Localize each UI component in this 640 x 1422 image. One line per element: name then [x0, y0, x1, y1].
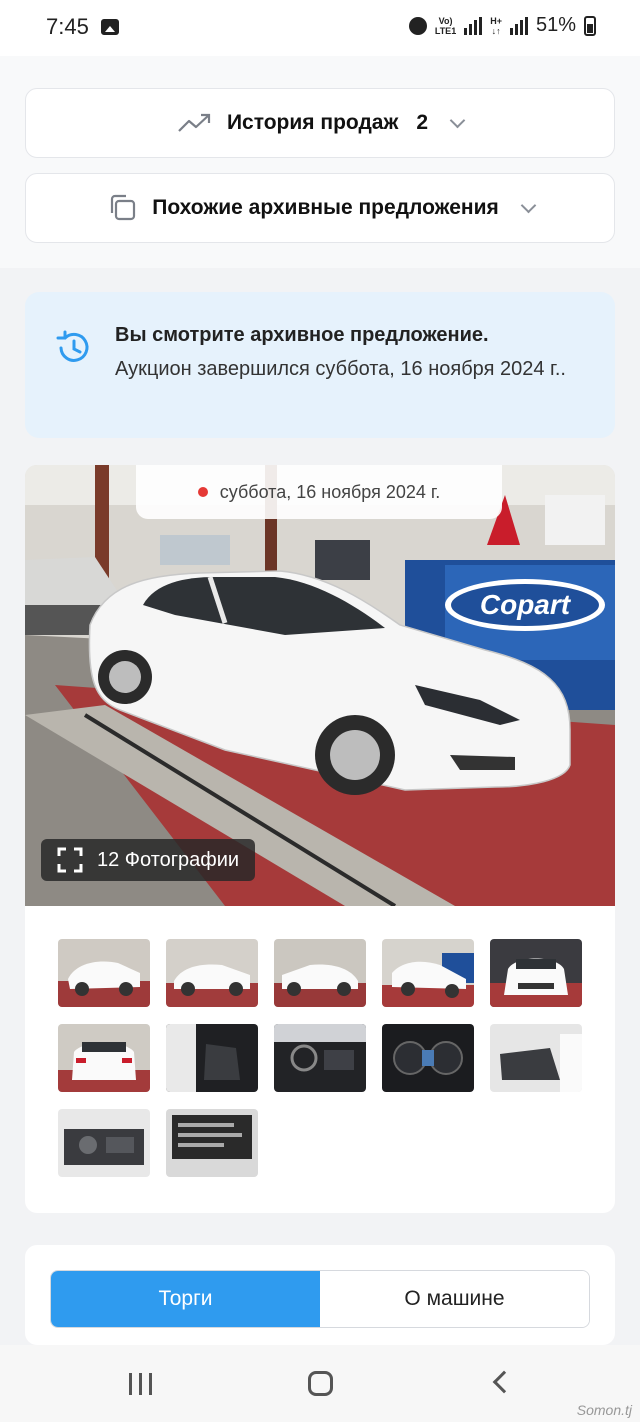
home-icon[interactable]	[308, 1371, 333, 1396]
gallery-icon	[101, 19, 119, 35]
thumbnail-11[interactable]	[58, 1109, 150, 1177]
system-nav-bar: Somon.tj	[0, 1345, 640, 1422]
thumbnail-9[interactable]	[382, 1024, 474, 1092]
photo-count-label: 12 Фотографии	[97, 848, 240, 871]
watermark: Somon.tj	[576, 1402, 632, 1418]
gallery-card: Copart суббота, 16 ноября 2024 г. 12 Фот…	[25, 465, 615, 1213]
tab-about-car[interactable]: О машине	[320, 1271, 589, 1327]
archive-notice: Вы смотрите архивное предложение. Аукцио…	[25, 292, 615, 438]
auction-date-pill: суббота, 16 ноября 2024 г.	[136, 465, 502, 519]
fullscreen-icon	[57, 847, 83, 873]
battery-icon	[584, 15, 596, 36]
chevron-down-icon	[449, 112, 466, 128]
auction-date: суббота, 16 ноября 2024 г.	[219, 481, 441, 502]
live-dot-icon	[197, 487, 208, 497]
archive-notice-title: Вы смотрите архивное предложение.	[115, 324, 489, 346]
sales-history-count: 2	[416, 111, 429, 134]
status-bar: 7:45 Vo) LTE1 H+ ↓↑ 51%	[0, 0, 640, 56]
thumbnail-5[interactable]	[490, 939, 582, 1007]
data-arrows-icon: H+ ↓↑	[490, 15, 502, 36]
sales-history-label: История продаж	[226, 111, 399, 134]
signal-icon	[464, 16, 483, 35]
signal-2-icon	[509, 16, 528, 35]
archive-notice-text: Аукцион завершился суббота, 16 ноября 20…	[115, 358, 566, 380]
thumbnail-1[interactable]	[58, 939, 150, 1007]
thumbnail-7[interactable]	[166, 1024, 258, 1092]
back-icon[interactable]	[492, 1370, 516, 1394]
thumbnail-10[interactable]	[490, 1024, 582, 1092]
similar-offers-row[interactable]: Похожие архивные предложения	[25, 173, 615, 243]
battery-percent: 51%	[535, 14, 576, 36]
top-section: История продаж 2 Похожие архивные предло…	[0, 56, 640, 268]
sales-history-row[interactable]: История продаж 2	[25, 88, 615, 158]
fullscreen-photos-button[interactable]: 12 Фотографии	[41, 839, 256, 881]
tabs-card: Торги О машине	[25, 1245, 615, 1345]
tab-bar: Торги О машине	[50, 1270, 590, 1328]
thumbnail-3[interactable]	[274, 939, 366, 1007]
similar-offers-label: Похожие архивные предложения	[152, 196, 499, 219]
thumbnail-4[interactable]	[382, 939, 474, 1007]
thumbnail-12[interactable]	[166, 1109, 258, 1177]
recents-icon[interactable]	[129, 1373, 152, 1395]
status-indicators: Vo) LTE1 H+ ↓↑ 51%	[408, 14, 596, 37]
thumbnail-8[interactable]	[274, 1024, 366, 1092]
thumbnail-2[interactable]	[166, 939, 258, 1007]
copart-sign-text: Copart	[480, 589, 572, 620]
chevron-down-icon	[520, 197, 537, 213]
status-time: 7:45	[46, 14, 89, 39]
trending-up-icon	[178, 113, 211, 132]
copy-icon	[111, 194, 136, 221]
tab-bidding[interactable]: Торги	[51, 1271, 320, 1327]
history-icon	[56, 330, 89, 362]
alarm-icon	[408, 16, 427, 35]
thumbnail-6[interactable]	[58, 1024, 150, 1092]
volte-icon: Vo) LTE1	[434, 15, 457, 36]
